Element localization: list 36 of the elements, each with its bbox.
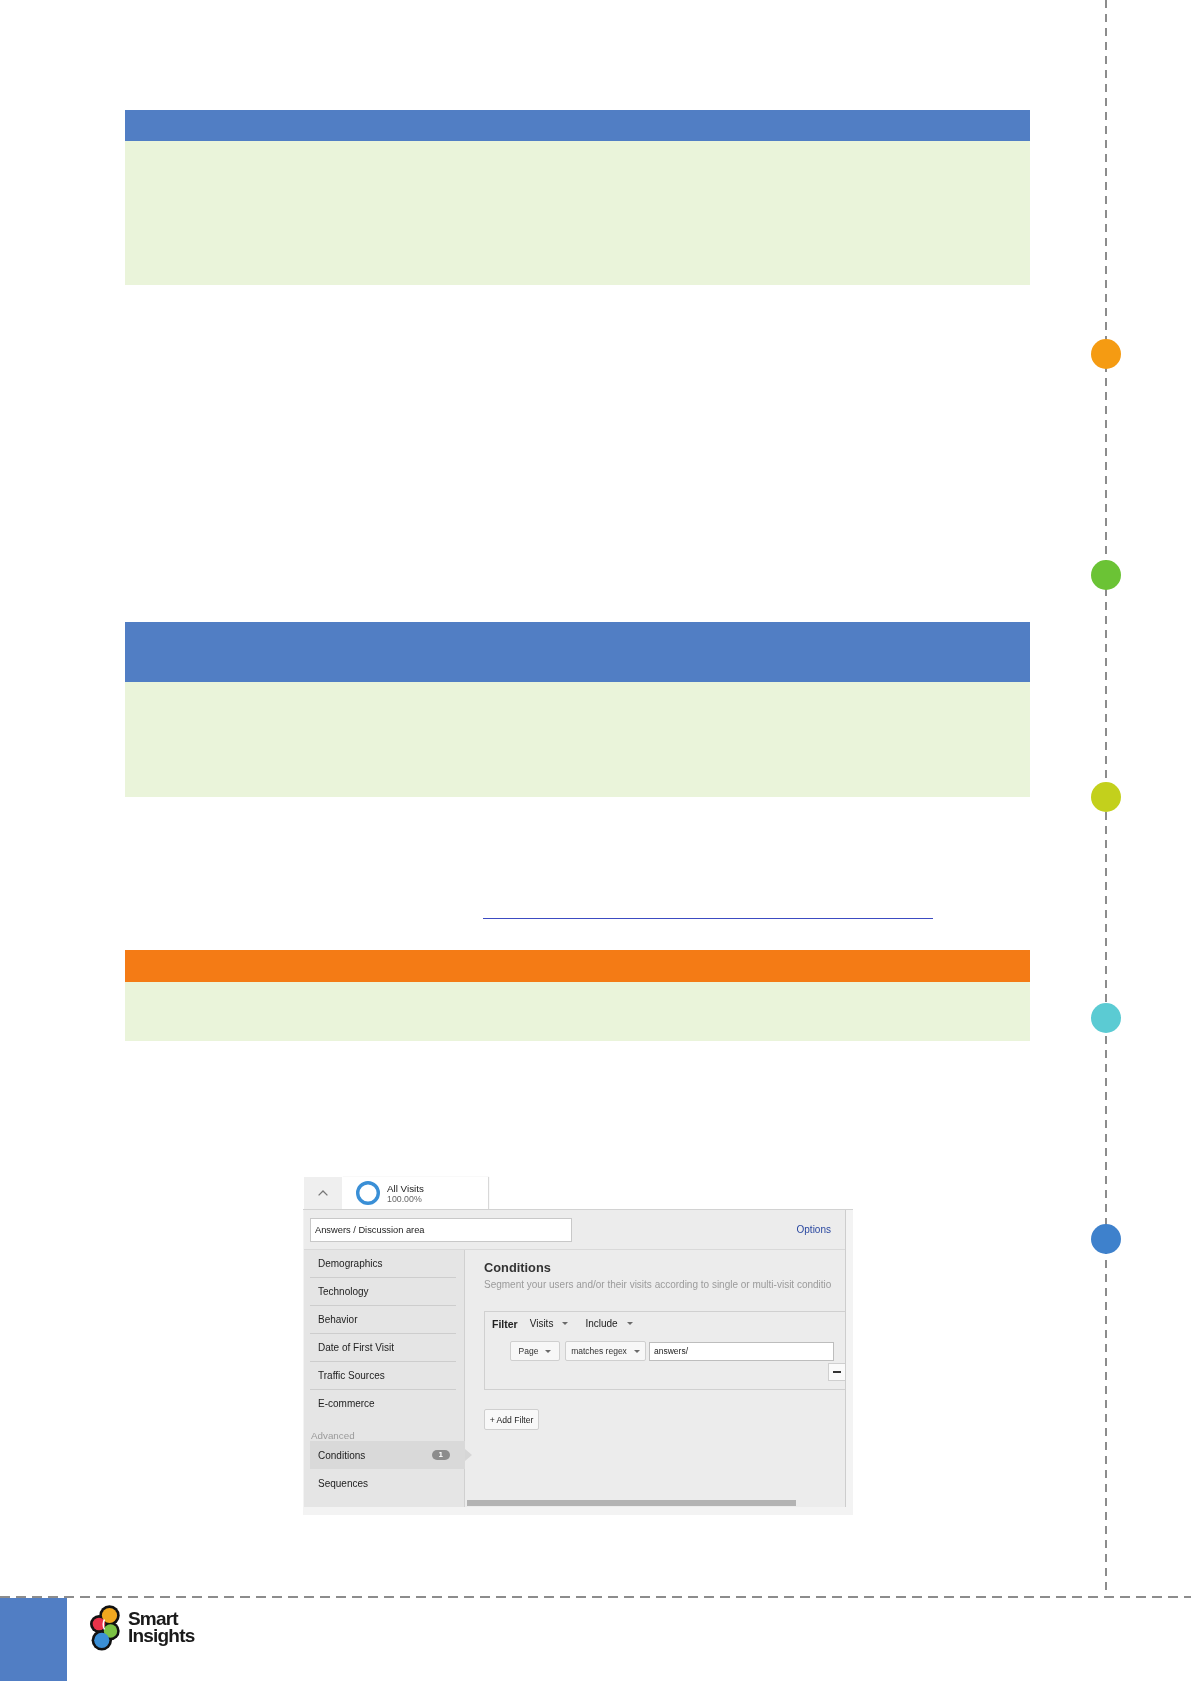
nav-item[interactable]: Traffic Sources [310,1362,456,1390]
chevron-up-icon [318,1190,328,1196]
nav-item[interactable]: Demographics [310,1250,456,1278]
ring-icon [356,1181,380,1205]
options-link[interactable]: Options [796,1224,831,1235]
filter-label: Filter [492,1317,518,1330]
count-badge: 1 [431,1450,450,1460]
caret-icon [562,1322,569,1325]
segment-tab[interactable]: All Visits 100.00% [342,1177,488,1209]
minus-icon [833,1371,841,1373]
segment-name: All Visits [387,1182,424,1194]
nav-item[interactable]: Conditions 1 [310,1441,465,1469]
nav-item[interactable]: Technology [310,1278,456,1306]
caret-icon [626,1322,633,1325]
scope-dropdown[interactable]: Visits [529,1318,569,1329]
nav-item[interactable]: Sequences [310,1469,465,1497]
nav-item[interactable]: E-commerce [310,1390,456,1417]
operator-dropdown[interactable]: matches regex [565,1341,646,1361]
nav-item[interactable]: Behavior [310,1306,456,1334]
caret-icon [633,1349,640,1353]
scrollbar-thumb[interactable] [467,1500,796,1506]
description-text: Segment your users and/or their visits according to single or multi-visit conditio [484,1279,833,1290]
logo-icon [89,1605,121,1651]
name-field[interactable]: Answers / Discussion area [310,1217,572,1242]
section-title: Conditions [484,1260,552,1275]
add-filter-button[interactable]: + Add Filter [484,1409,539,1430]
dimension-dropdown[interactable]: Page [510,1341,560,1361]
caret-icon [545,1349,552,1353]
collapse-button[interactable] [304,1177,342,1209]
nav-item[interactable]: Date of First Visit [310,1334,456,1362]
logo-wordmark: Smart Insights [128,1610,196,1644]
mode-dropdown[interactable]: Include [585,1318,633,1329]
remove-button[interactable] [828,1363,845,1381]
section-label: Advanced [310,1430,356,1441]
value-field[interactable]: answers/ [649,1341,834,1361]
segment-share: 100.00% [387,1193,423,1204]
